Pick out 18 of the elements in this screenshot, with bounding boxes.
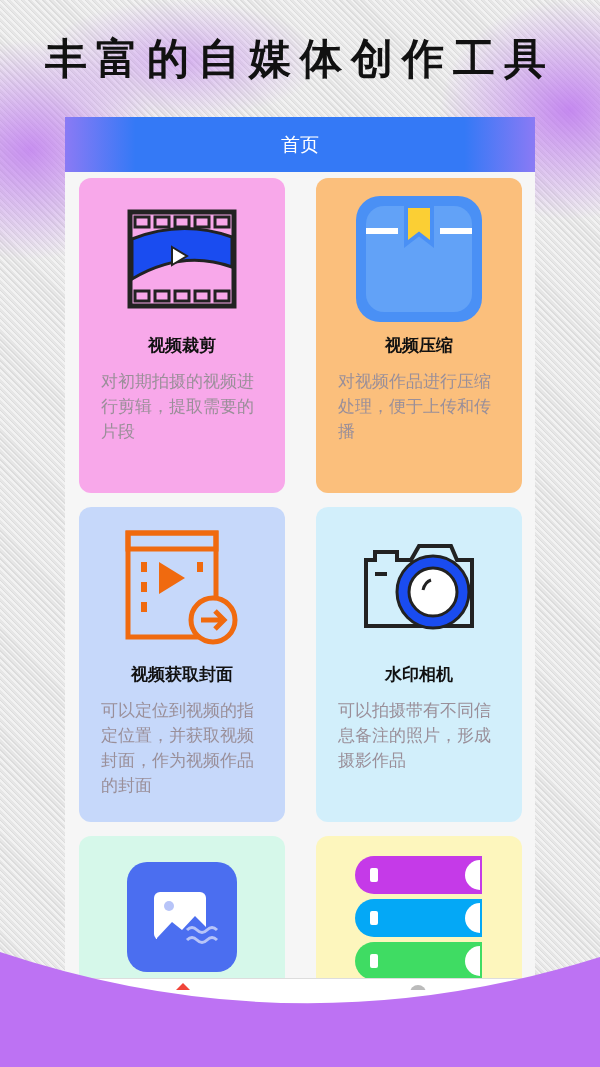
film-strip-icon (127, 209, 237, 309)
image-icon (127, 862, 237, 972)
card-title: 视频裁剪 (148, 334, 216, 357)
header-title: 首页 (281, 131, 319, 157)
feature-card[interactable]: 视频裁剪 对初期拍摄的视频进行剪辑，提取需要的片段 (79, 178, 285, 493)
card-description: 对视频作品进行压缩处理，便于上传和传播 (338, 370, 492, 443)
headline: 丰富的自媒体创作工具 (45, 32, 555, 85)
card-title: 视频压缩 (385, 334, 453, 357)
feature-card[interactable]: 视频压缩 对视频作品进行压缩处理，便于上传和传播 (316, 178, 522, 493)
card-title: 视频获取封面 (131, 663, 233, 686)
card-title: 水印相机 (385, 663, 453, 686)
box-icon (356, 196, 482, 322)
card-description: 可以拍摄带有不同信息备注的照片，形成摄影作品 (338, 699, 492, 772)
feature-card[interactable]: 视频获取封面 可以定位到视频的指定位置，并获取视频封面，作为视频作品的封面 (79, 507, 285, 822)
video-export-icon (125, 530, 239, 646)
card-description: 可以定位到视频的指定位置，并获取视频封面，作为视频作品的封面 (101, 699, 255, 797)
feature-card[interactable]: 水印相机 可以拍摄带有不同信息备注的照片，形成摄影作品 (316, 507, 522, 822)
card-description: 对初期拍摄的视频进行剪辑，提取需要的片段 (101, 370, 255, 443)
